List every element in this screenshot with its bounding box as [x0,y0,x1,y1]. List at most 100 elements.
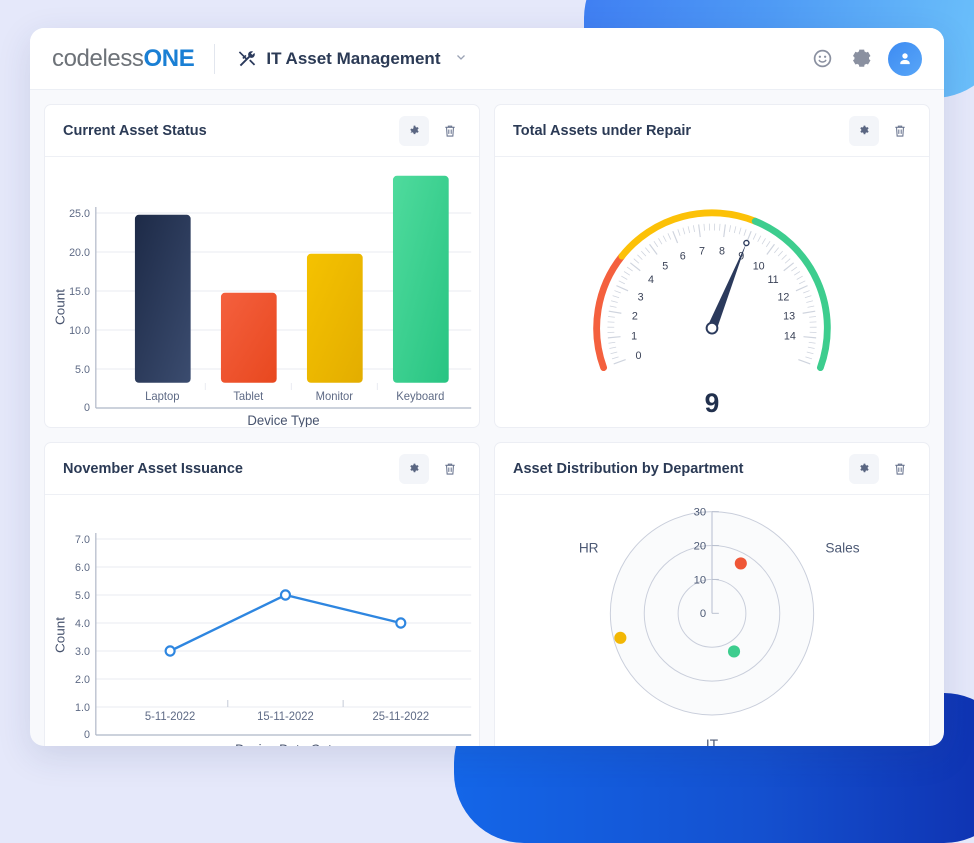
gauge-major-tick [803,311,816,313]
y-tick-label: 2.0 [75,674,90,686]
chevron-down-icon[interactable] [455,50,467,68]
gauge-needle-tip [744,240,749,245]
gauge-major-tick [796,286,808,291]
gauge-tick-label: 0 [636,350,642,362]
bar-tablet[interactable] [221,293,277,383]
y-tick-label: 7.0 [75,534,90,546]
gauge-tick-label: 8 [719,246,725,258]
gauge-minor-tick [808,347,815,348]
gauge-tick-label: 4 [648,274,654,286]
polar-group: 0102030SalesHRIT [579,507,860,746]
card-settings-button[interactable] [399,116,429,146]
card-settings-button[interactable] [849,116,879,146]
bar-chart: 25.0 20.0 15.0 10.0 5.0 0 Count [45,157,479,427]
gauge-major-tick [673,231,678,243]
line-point[interactable] [166,646,175,655]
gauge-tick-label: 10 [753,260,765,272]
y-tick-label: 15.0 [69,286,90,298]
y-axis-title: Count [53,289,68,325]
gauge-minor-tick [744,229,746,235]
card-delete-button[interactable] [435,454,465,484]
card-settings-button[interactable] [399,454,429,484]
y-tick-label: 25.0 [69,208,90,220]
gauge-needle [707,243,746,330]
line-point[interactable] [396,618,405,627]
gauge-tick-label: 2 [632,310,638,322]
gauge-tick-label: 3 [638,291,644,303]
gauge-major-tick [724,224,726,237]
gauge-minor-tick [805,357,812,359]
polar-point-hr[interactable] [614,632,626,644]
y-tick-label: 6.0 [75,562,90,574]
gauge-minor-tick [778,251,783,256]
y-axis-title: Count [53,617,68,653]
gauge-minor-tick [613,296,620,298]
y-tick-label: 0 [84,402,90,414]
gear-icon[interactable] [850,48,872,70]
gauge-minor-tick [627,267,633,271]
card-actions [849,116,915,146]
polar-point-sales[interactable] [735,557,747,569]
gauge-minor-tick [608,317,615,318]
bar-category-label: Keyboard [396,391,444,403]
bar-category-label: Tablet [233,391,264,403]
card-settings-button[interactable] [849,454,879,484]
card-actions [849,454,915,484]
card-delete-button[interactable] [435,116,465,146]
gauge-major-tick [650,244,658,254]
gauge-tick-label: 13 [783,310,795,322]
polar-category-label-hr: HR [579,541,599,556]
gauge-minor-tick [637,255,642,260]
gauge-minor-tick [693,225,694,232]
card-asset-distribution-by-department: Asset Distribution by Department [494,442,930,746]
gauge-minor-tick [791,267,797,271]
gauge-chart-body: 01234567891011121314 9 [495,157,929,427]
gauge-minor-tick [794,272,800,276]
card-title: Total Assets under Repair [513,123,691,139]
x-tick-label: 15-11-2022 [257,711,314,723]
gauge-minor-tick [634,259,639,264]
polar-chart-body: 0102030SalesHRIT [495,495,929,746]
polar-point-it[interactable] [728,645,740,657]
card-november-asset-issuance: November Asset Issuance [44,442,480,746]
card-delete-button[interactable] [885,454,915,484]
gauge-minor-tick [704,224,705,231]
gauge-tick-label: 1 [631,330,637,342]
gauge-chart: 01234567891011121314 9 [495,157,929,427]
gauge-minor-tick [782,255,787,260]
app-title: IT Asset Management [266,49,440,69]
gauge-minor-tick [719,224,720,231]
polar-r-tick-label: 0 [700,608,706,620]
brand-logo-light: codeless [52,45,144,72]
card-title: Current Asset Status [63,123,207,139]
app-title-group[interactable]: IT Asset Management [237,49,467,69]
x-axis-title: Device Date Out [235,742,332,746]
bar-keyboard[interactable] [393,176,449,383]
gauge-minor-tick [807,352,814,354]
user-avatar[interactable] [888,42,922,76]
polar-scatter-chart: 0102030SalesHRIT [495,495,929,746]
smiley-icon[interactable] [812,48,834,70]
gauge-minor-tick [641,251,646,256]
dashboard-grid: Current Asset Status [30,90,944,746]
gauge-tick-label: 12 [777,291,789,303]
gauge-major-tick [784,263,794,271]
gauge-minor-tick [668,233,671,239]
gauge-minor-tick [658,238,662,244]
line-chart-body: 7.0 6.0 5.0 4.0 3.0 2.0 1.0 0 Count [45,495,479,746]
line-point[interactable] [281,590,290,599]
bar-laptop[interactable] [135,215,191,383]
brand-logo[interactable]: codelessONE [52,45,194,73]
card-header: Asset Distribution by Department [495,443,929,495]
gauge-minor-tick [809,342,816,343]
y-tick-label: 0 [84,729,90,741]
bar-monitor[interactable] [307,254,363,383]
card-current-asset-status: Current Asset Status [44,104,480,428]
gauge-minor-tick [608,342,615,343]
card-delete-button[interactable] [885,116,915,146]
gauge-minor-tick [619,281,625,284]
bar-chart-body: 25.0 20.0 15.0 10.0 5.0 0 Count [45,157,479,427]
gauge-minor-tick [612,357,619,359]
polar-category-label-it: IT [706,737,719,746]
card-header: Current Asset Status [45,105,479,157]
